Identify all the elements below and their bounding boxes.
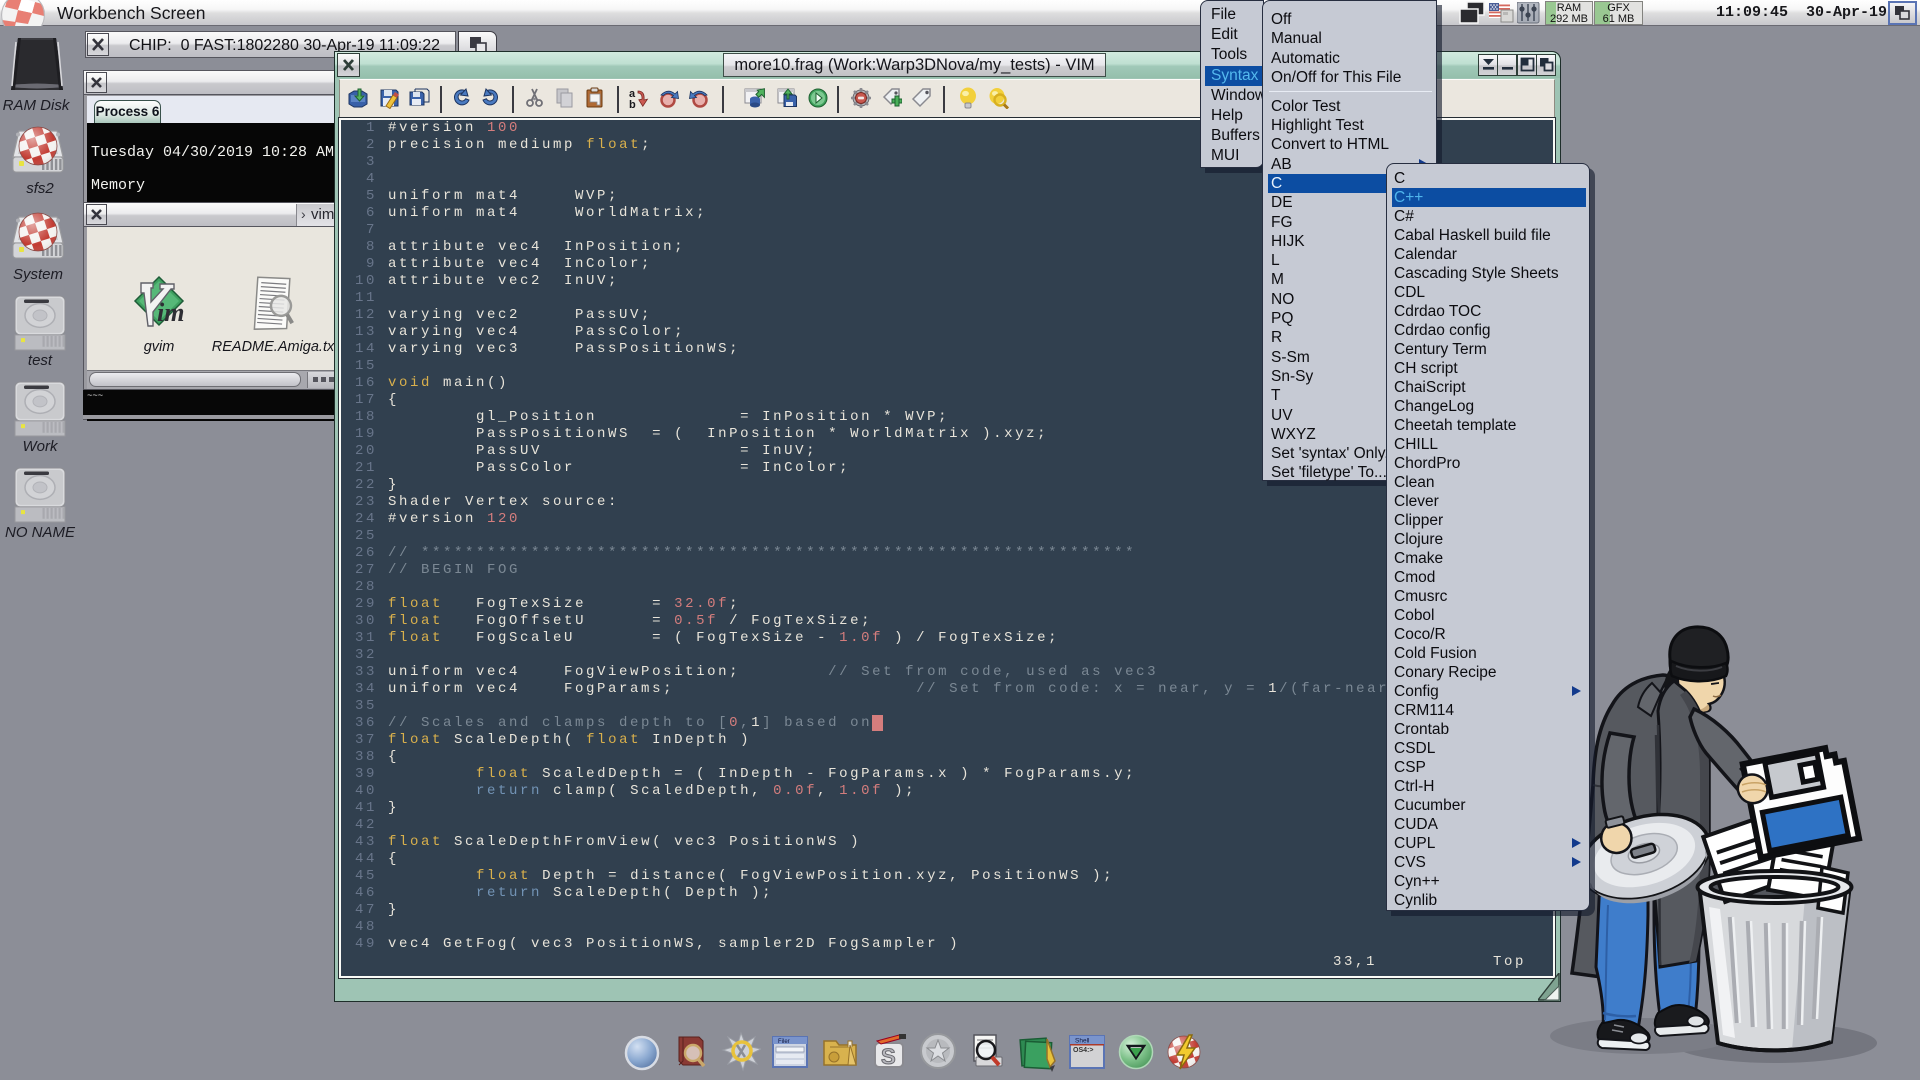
- svg-text:S: S: [881, 1044, 896, 1069]
- svg-text:im: im: [157, 298, 184, 327]
- svg-text:b: b: [629, 99, 636, 109]
- svg-text:Shell: Shell: [1075, 1038, 1090, 1045]
- svg-text:Filer: Filer: [778, 1039, 790, 1045]
- svg-text:OS4:>: OS4:>: [1073, 1047, 1093, 1054]
